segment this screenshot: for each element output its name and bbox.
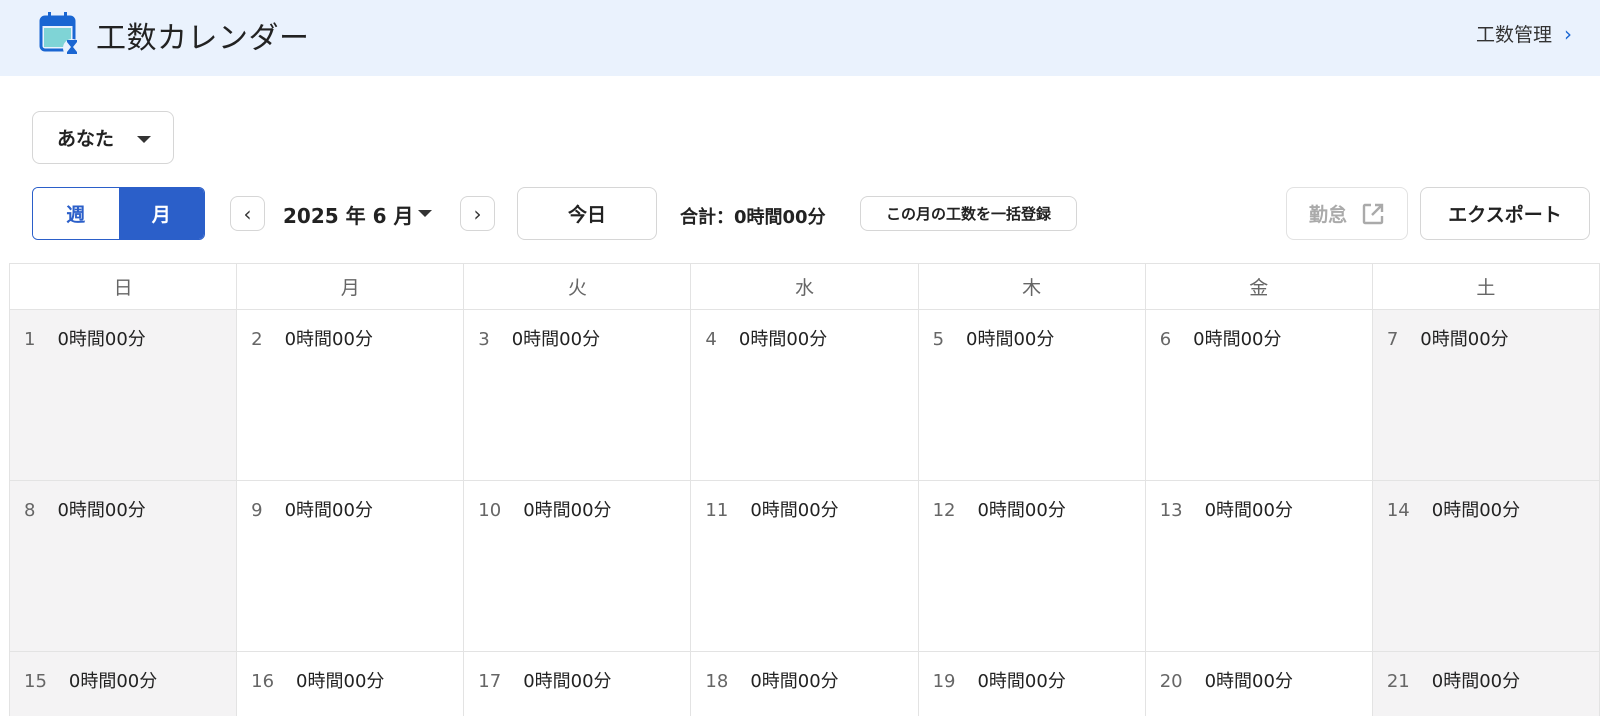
day-number: 5	[932, 329, 945, 350]
day-hours: 0時間00分	[523, 671, 612, 692]
day-number: 11	[705, 500, 729, 521]
day-number: 21	[1386, 671, 1410, 692]
calendar-day-cell[interactable]: 21 0時間00分	[1372, 652, 1600, 716]
calendar-day-cell[interactable]: 1 0時間00分	[10, 310, 238, 480]
calendar-hourglass-icon	[39, 12, 81, 57]
calendar-day-cell[interactable]: 2 0時間00分	[237, 310, 465, 480]
weekday-label: 金	[1146, 264, 1373, 309]
calendar-day-cell[interactable]: 3 0時間00分	[464, 310, 692, 480]
calendar-day-cell[interactable]: 17 0時間00分	[464, 652, 692, 716]
calendar-day-cell[interactable]: 9 0時間00分	[237, 481, 465, 651]
day-number: 3	[478, 329, 490, 350]
calendar-day-cell[interactable]: 19 0時間00分	[919, 652, 1146, 716]
calendar-day-cell[interactable]: 11 0時間00分	[691, 481, 919, 651]
day-hours: 0時間00分	[68, 671, 158, 692]
calendar-day-cell[interactable]: 18 0時間00分	[691, 652, 919, 716]
day-number: 17	[478, 671, 502, 692]
calendar-day-cell[interactable]: 7 0時間00分	[1372, 310, 1600, 480]
calendar-day-cell[interactable]: 8 0時間00分	[10, 481, 238, 651]
day-number: 7	[1386, 329, 1399, 350]
day-hours: 0時間00分	[284, 500, 373, 521]
week-view-button[interactable]: 週	[33, 188, 119, 239]
day-hours: 0時間00分	[738, 329, 828, 350]
day-number: 15	[24, 671, 47, 692]
work-management-label: 工数管理	[1475, 24, 1552, 46]
day-number: 16	[251, 671, 275, 692]
day-number: 10	[478, 500, 502, 521]
day-hours: 0時間00分	[523, 500, 612, 521]
export-button[interactable]: エクスポート	[1420, 187, 1590, 240]
weekday-label: 土	[1373, 264, 1600, 309]
day-number: 14	[1386, 500, 1410, 521]
month-caret-down-icon[interactable]	[418, 210, 432, 217]
day-number: 12	[932, 500, 956, 521]
next-month-button[interactable]: ›	[460, 196, 495, 231]
day-hours: 0時間00分	[511, 329, 601, 350]
calendar-day-cell[interactable]: 4 0時間00分	[691, 310, 919, 480]
attendance-button[interactable]: 勤怠	[1286, 187, 1408, 240]
day-number: 4	[705, 329, 717, 350]
weekday-label: 月	[237, 264, 465, 309]
day-hours: 0時間00分	[1204, 671, 1293, 692]
monthly-total: 合計：0時間00分	[680, 207, 826, 228]
day-hours: 0時間00分	[977, 671, 1066, 692]
day-number: 19	[932, 671, 956, 692]
calendar-week-row: 8 0時間00分 9 0時間00分 10 0時間00分 11 0時間00分 12 0時間0…	[10, 481, 1600, 652]
view-toggle: 週 月	[32, 187, 205, 240]
caret-down-icon	[137, 136, 151, 143]
weekday-label: 木	[919, 264, 1146, 309]
calendar-day-cell[interactable]: 16 0時間00分	[237, 652, 465, 716]
attendance-label: 勤怠	[1308, 204, 1347, 226]
calendar-day-cell[interactable]: 20 0時間00分	[1146, 652, 1373, 716]
prev-month-button[interactable]: ‹	[230, 196, 265, 231]
chevron-right-icon: ›	[1564, 21, 1572, 46]
day-hours: 0時間00分	[977, 500, 1066, 521]
day-number: 1	[24, 329, 36, 350]
today-button[interactable]: 今日	[517, 187, 657, 240]
day-number: 8	[24, 500, 36, 521]
day-hours: 0時間00分	[1204, 500, 1293, 521]
day-hours: 0時間00分	[966, 329, 1055, 350]
calendar-day-cell[interactable]: 12 0時間00分	[919, 481, 1146, 651]
weekday-label: 火	[464, 264, 692, 309]
calendar-week-row: 1 0時間00分 2 0時間00分 3 0時間00分 4 0時間00分 5 0時間00分 …	[10, 310, 1600, 481]
day-number: 20	[1159, 671, 1183, 692]
day-hours: 0時間00分	[750, 500, 839, 521]
day-number: 2	[251, 329, 263, 350]
month-calendar: 日 月 火 水 木 金 土 1 0時間00分 2 0時間00分 3 0時間00分 40…	[9, 263, 1600, 716]
day-hours: 0時間00分	[296, 671, 385, 692]
calendar-week-row: 15 0時間00分 16 0時間00分 17 0時間00分 18 0時間00分 19 0時…	[10, 652, 1600, 716]
weekday-label: 日	[10, 264, 238, 309]
day-number: 13	[1159, 500, 1183, 521]
day-hours: 0時間00分	[57, 500, 146, 521]
day-hours: 0時間00分	[1193, 329, 1282, 350]
calendar-day-cell[interactable]: 14 0時間00分	[1372, 481, 1600, 651]
day-hours: 0時間00分	[57, 329, 146, 350]
day-number: 6	[1159, 329, 1172, 350]
day-hours: 0時間00分	[284, 329, 373, 350]
day-number: 9	[251, 500, 263, 521]
day-hours: 0時間00分	[750, 671, 839, 692]
page-title: 工数カレンダー	[96, 21, 310, 56]
work-management-link[interactable]: 工数管理 ›	[1476, 20, 1572, 47]
day-hours: 0時間00分	[1431, 500, 1521, 521]
calendar-day-cell[interactable]: 13 0時間00分	[1146, 481, 1373, 651]
month-view-button[interactable]: 月	[118, 188, 204, 239]
weekday-header: 日 月 火 水 木 金 土	[10, 264, 1600, 310]
month-label[interactable]: 2025 年 6 月	[283, 200, 413, 229]
day-hours: 0時間00分	[1431, 671, 1521, 692]
calendar-day-cell[interactable]: 15 0時間00分	[10, 652, 238, 716]
calendar-day-cell[interactable]: 6 0時間00分	[1146, 310, 1373, 480]
calendar-day-cell[interactable]: 5 0時間00分	[919, 310, 1146, 480]
bulk-register-button[interactable]: この月の工数を一括登録	[860, 196, 1077, 231]
user-select-value: あなた	[57, 128, 115, 150]
day-number: 18	[705, 671, 729, 692]
user-select-dropdown[interactable]: あなた	[32, 111, 174, 164]
weekday-label: 水	[691, 264, 919, 309]
calendar-day-cell[interactable]: 10 0時間00分	[464, 481, 692, 651]
app-header: 工数カレンダー 工数管理 ›	[0, 0, 1600, 76]
external-link-icon	[1362, 203, 1384, 224]
day-hours: 0時間00分	[1420, 329, 1509, 350]
